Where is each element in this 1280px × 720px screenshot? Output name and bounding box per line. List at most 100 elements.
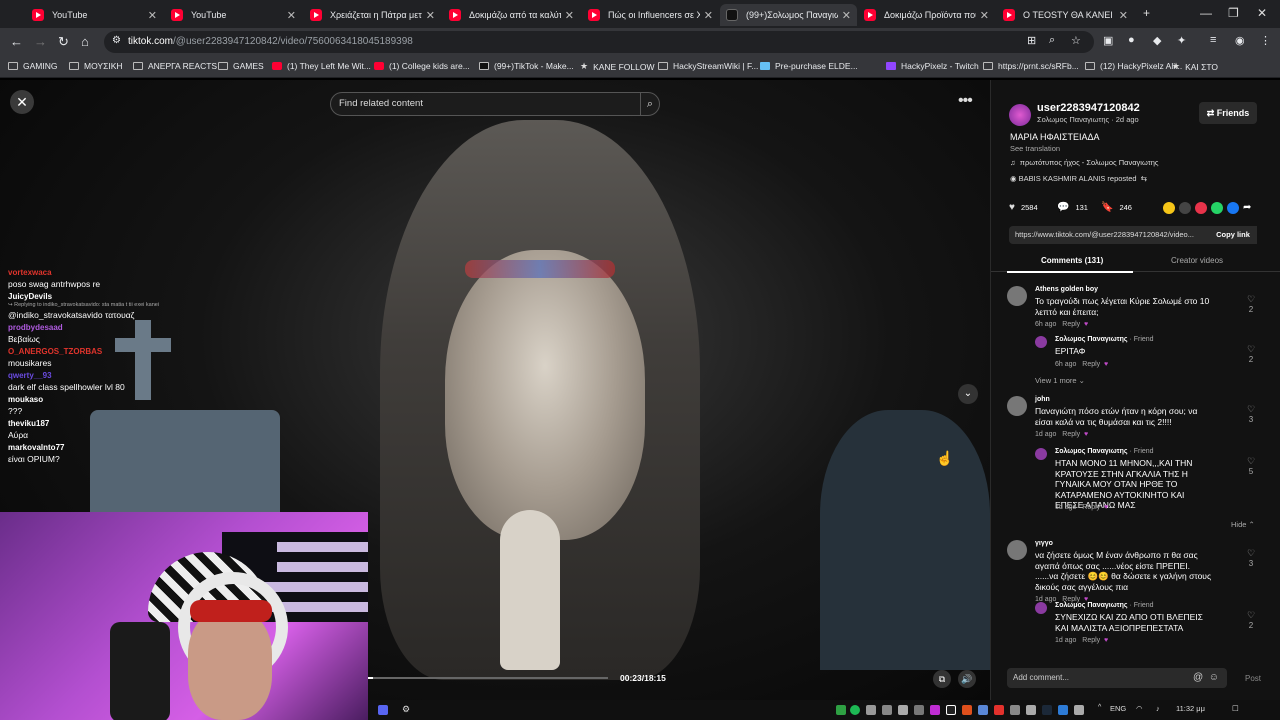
tray-icon[interactable] (1010, 705, 1020, 715)
tray-icon[interactable] (898, 705, 908, 715)
close-tab-icon[interactable]: ✕ (704, 9, 713, 22)
reload-icon[interactable]: ↻ (58, 34, 69, 50)
mention-icon[interactable]: @ (1193, 672, 1203, 683)
hide-replies[interactable]: Hide ⌃ (1231, 520, 1255, 529)
bookmark-item[interactable]: ★ ΚΑΝΕ FOLLOW (580, 61, 654, 72)
embed-icon[interactable] (1179, 202, 1191, 214)
more-options-icon[interactable]: ••• (958, 92, 973, 110)
tab-comments[interactable]: Comments (131) (1041, 256, 1103, 265)
extensions-puzzle-icon[interactable]: ✦ (1177, 34, 1186, 47)
browser-tab[interactable]: Δοκιμάζω Προϊόντα που ✕ (858, 4, 995, 26)
url-input[interactable]: tiktok.com/@user2283947120842/video/7560… (104, 31, 1094, 53)
browser-tab[interactable]: YouTube ✕ (165, 4, 302, 26)
browser-tab[interactable]: Χρειάζεται η Πάτρα μετρ ✕ (304, 4, 441, 26)
avatar[interactable] (1007, 396, 1027, 416)
wifi-icon[interactable]: ◠ (1136, 704, 1143, 713)
new-tab-button[interactable]: + (1143, 6, 1150, 20)
like-button[interactable]: ♥ 2584 (1009, 202, 1038, 213)
spotify-icon[interactable] (850, 705, 860, 715)
comment-like[interactable]: ♡ 3 (1245, 404, 1257, 424)
tray-icon[interactable] (962, 705, 972, 715)
close-tab-icon[interactable]: ✕ (148, 9, 157, 22)
bookmark-item[interactable]: GAMES (218, 61, 264, 71)
video-player[interactable]: ✕ Find related content ⌕ ••• ⌄ ☝ vortexw… (0, 80, 990, 720)
avatar[interactable] (1007, 286, 1027, 306)
music-link[interactable]: ♫ πρωτότυπος ήχος - Σολωμος Παναγιωτης (1010, 158, 1158, 167)
menu-icon[interactable]: ⋮ (1260, 34, 1271, 47)
close-video-button[interactable]: ✕ (10, 90, 34, 114)
chevron-up-icon[interactable]: ^ (1098, 704, 1101, 711)
settings-icon[interactable]: ⚙ (402, 704, 410, 715)
bookmark-item[interactable]: (12) HackyPixelz Ali... (1085, 61, 1182, 71)
comment-like[interactable]: ♡ 5 (1245, 456, 1257, 476)
tab-creator-videos[interactable]: Creator videos (1171, 256, 1223, 265)
tray-icon[interactable] (1058, 705, 1068, 715)
share-arrow-icon[interactable]: ➦ (1243, 202, 1251, 213)
bookmark-item[interactable]: ΜΟΥΣΙΚΗ (69, 61, 123, 71)
search-icon[interactable]: ⌕ (639, 93, 653, 115)
bookmark-item[interactable]: (1) They Left Me Wit... (272, 61, 371, 71)
comment-like[interactable]: ♡ 2 (1245, 294, 1257, 314)
related-search-input[interactable]: Find related content ⌕ (330, 92, 660, 116)
close-tab-icon[interactable]: ✕ (426, 9, 435, 22)
reply-link[interactable]: Reply (1062, 321, 1080, 328)
author-username[interactable]: user2283947120842 (1037, 102, 1140, 114)
avatar[interactable] (1035, 336, 1047, 348)
close-window-icon[interactable]: ✕ (1257, 6, 1267, 20)
comment-button[interactable]: 💬 131 (1057, 202, 1088, 213)
zoom-icon[interactable]: ⌕ (1049, 34, 1055, 47)
pip-icon[interactable]: ⧉ (933, 670, 951, 688)
friends-button[interactable]: ⇄ Friends (1199, 102, 1257, 124)
view-more-replies[interactable]: View 1 more ⌄ (1035, 376, 1085, 385)
bookmark-item[interactable]: (99+)TikTok - Make... (479, 61, 574, 71)
comment-author[interactable]: Σολωμος Παναγιωτης · Friend (1055, 448, 1154, 455)
browser-tab[interactable]: YouTube ✕ (26, 4, 163, 26)
bookmark-item[interactable]: HackyPixelz - Twitch (886, 61, 979, 71)
tray-icon[interactable] (994, 705, 1004, 715)
bookmark-item[interactable]: ΑΝΕΡΓΑ REACTS (133, 61, 217, 71)
tray-icon[interactable] (836, 705, 846, 715)
browser-tab[interactable]: (99+)Σολωμος Παναγιωτ ✕ (720, 4, 857, 26)
bookmark-item[interactable]: HackyStreamWiki | F... (658, 61, 758, 71)
copy-link-button[interactable]: Copy link (1209, 226, 1257, 244)
reply-link[interactable]: Reply (1082, 504, 1100, 511)
discord-icon[interactable] (378, 705, 388, 715)
forward-icon[interactable]: → (34, 34, 47, 49)
browser-tab[interactable]: Πώς οι Influencers σε ΧΕΡ ✕ (582, 4, 719, 26)
whatsapp-icon[interactable] (1211, 202, 1223, 214)
volume-icon[interactable]: 🔊 (958, 670, 976, 688)
extension-icon[interactable]: ▣ (1103, 34, 1113, 47)
comment-like[interactable]: ♡ 2 (1245, 344, 1257, 364)
browser-tab[interactable]: Ο TEOSTY ΘΑ ΚΑΝΕΙ IRL ✕ (997, 4, 1134, 26)
tray-icon[interactable] (978, 705, 988, 715)
emoji-icon[interactable]: ☺ (1209, 672, 1219, 683)
back-icon[interactable]: ← (10, 34, 23, 49)
comment-like[interactable]: ♡ 3 (1245, 548, 1257, 568)
browser-tab[interactable]: Δοκιμάζω από τα καλύτε ✕ (443, 4, 580, 26)
comment-like[interactable]: ♡ 2 (1245, 610, 1257, 630)
comment-author[interactable]: Athens golden boy (1035, 286, 1098, 293)
next-video-icon[interactable]: ⌄ (958, 384, 978, 404)
comment-author[interactable]: Σολωμος Παναγιωτης · Friend (1055, 602, 1154, 609)
save-button[interactable]: 🔖 246 (1101, 202, 1132, 213)
facebook-icon[interactable] (1227, 202, 1239, 214)
reply-link[interactable]: Reply (1082, 637, 1100, 644)
see-translation-link[interactable]: See translation (1010, 144, 1060, 153)
close-tab-icon[interactable]: ✕ (565, 9, 574, 22)
avatar[interactable] (1035, 448, 1047, 460)
site-info-icon[interactable]: ⚙ (112, 35, 121, 46)
language-indicator[interactable]: ENG (1110, 704, 1126, 713)
close-tab-icon[interactable]: ✕ (1119, 9, 1128, 22)
comment-author[interactable]: Σολωμος Παναγιωτης · Friend (1055, 336, 1154, 343)
reply-link[interactable]: Reply (1082, 361, 1100, 368)
minimize-icon[interactable]: — (1200, 6, 1212, 20)
share-icon[interactable] (1163, 202, 1175, 214)
volume-tray-icon[interactable]: ♪ (1156, 704, 1160, 713)
extension-icon[interactable]: ● (1128, 34, 1135, 46)
notifications-icon[interactable]: ☐ (1232, 704, 1239, 713)
bookmark-item[interactable]: https://prnt.sc/sRFb... (983, 61, 1079, 71)
avatar[interactable] (1009, 104, 1031, 126)
tray-icon[interactable] (866, 705, 876, 715)
bookmark-item[interactable]: ★ ΚΑΙ ΣΤΟ (1172, 61, 1218, 72)
bookmark-star-icon[interactable]: ☆ (1071, 34, 1081, 47)
